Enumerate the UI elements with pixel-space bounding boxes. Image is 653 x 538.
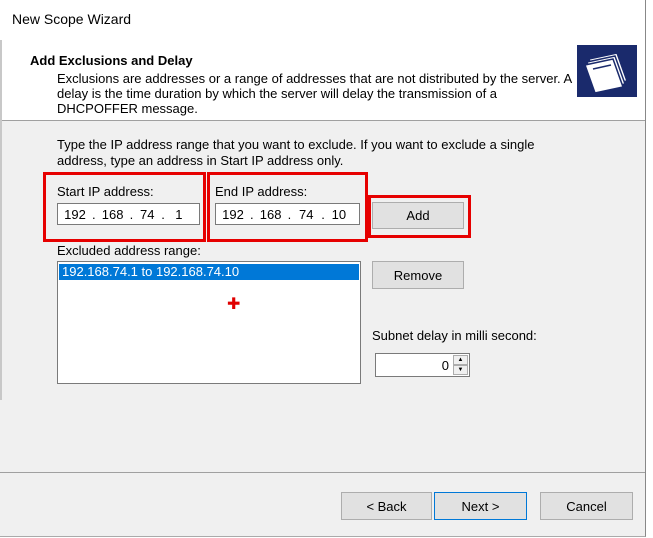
spin-up-icon[interactable]: ▲ [453,355,468,365]
cancel-button[interactable]: Cancel [540,492,633,520]
end-ip-octet-4[interactable]: 10 [325,207,353,222]
end-ip-label: End IP address: [215,184,308,199]
end-ip-octet-1[interactable]: 192 [216,207,250,222]
excluded-range-label: Excluded address range: [57,243,201,258]
end-ip-octet-2[interactable]: 168 [254,207,288,222]
start-ip-octet-1[interactable]: 192 [58,207,92,222]
subnet-delay-label: Subnet delay in milli second: [372,328,537,343]
window-title: New Scope Wizard [12,11,132,27]
back-button[interactable]: < Back [341,492,432,520]
page-title: Add Exclusions and Delay [30,53,193,68]
spin-down-icon[interactable]: ▼ [453,365,468,375]
wizard-window: New Scope Wizard Add Exclusions and Dela… [0,0,646,537]
start-ip-octet-2[interactable]: 168 [96,207,130,222]
add-button[interactable]: Add [372,202,464,229]
remove-button[interactable]: Remove [372,261,464,289]
subnet-delay-value[interactable]: 0 [442,358,449,373]
list-item[interactable]: 192.168.74.1 to 192.168.74.10 [59,264,359,280]
next-button[interactable]: Next > [434,492,527,520]
excluded-range-list[interactable]: 192.168.74.1 to 192.168.74.10 [57,261,361,384]
start-ip-field[interactable]: 192. 168. 74. 1 [57,203,200,225]
end-ip-octet-3[interactable]: 74 [291,207,321,222]
subnet-delay-spinner[interactable]: 0 ▲ ▼ [375,353,470,377]
end-ip-field[interactable]: 192. 168. 74. 10 [215,203,360,225]
title-bar: New Scope Wizard [0,0,645,40]
page-description: Exclusions are addresses or a range of a… [57,71,572,116]
wizard-header: Add Exclusions and Delay Exclusions are … [0,40,645,121]
window-edge [0,40,2,400]
footer-divider [0,472,645,473]
cursor-crosshair-icon: ✚ [227,296,241,313]
start-ip-octet-4[interactable]: 1 [165,207,193,222]
start-ip-octet-3[interactable]: 74 [133,207,161,222]
instructions-text: Type the IP address range that you want … [57,137,535,168]
start-ip-label: Start IP address: [57,184,154,199]
wizard-folders-icon [577,45,637,97]
